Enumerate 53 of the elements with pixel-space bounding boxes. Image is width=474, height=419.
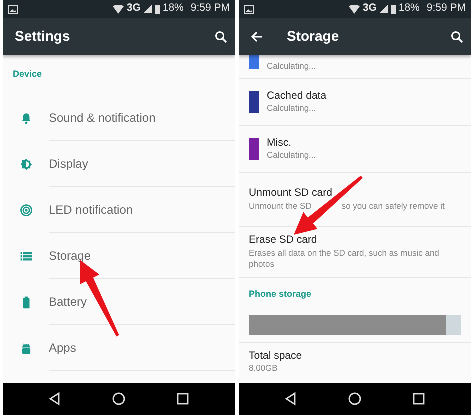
settings-item[interactable]: Sound & notification xyxy=(49,108,156,126)
wifi-icon xyxy=(112,4,124,14)
screen-title: Settings xyxy=(15,27,72,46)
led-icon xyxy=(20,204,32,216)
search-button[interactable] xyxy=(215,30,227,42)
back-button[interactable] xyxy=(48,392,62,406)
bell-icon xyxy=(20,112,32,124)
network-type: 3G xyxy=(362,1,377,16)
settings-item[interactable]: Display xyxy=(49,154,88,172)
clock: 9:59 PM xyxy=(190,1,230,16)
screen-title: Storage xyxy=(287,27,340,46)
storage-category[interactable]: Misc. xyxy=(267,136,316,150)
clock: 9:59 PM xyxy=(426,1,466,16)
storage-size: Calculating... xyxy=(267,60,316,72)
network-type: 3G xyxy=(126,1,141,16)
battery-level: 18% xyxy=(162,1,184,16)
settings-item[interactable]: LED notification xyxy=(49,200,134,218)
android-icon xyxy=(20,342,32,354)
settings-item[interactable]: Unmount SD card xyxy=(249,187,445,201)
info-label: Total space xyxy=(249,350,302,364)
settings-item[interactable]: Erase SD card xyxy=(249,234,461,248)
recents-button[interactable] xyxy=(412,392,426,406)
image-icon xyxy=(244,4,254,14)
search-icon xyxy=(215,30,227,42)
section-header: Phone storage xyxy=(249,288,312,302)
item-description: 8.00GB xyxy=(249,363,278,374)
home-button[interactable] xyxy=(348,392,362,406)
storage-size: Calculating... xyxy=(267,103,318,114)
settings-item[interactable]: Battery xyxy=(49,292,88,310)
search-button[interactable] xyxy=(451,30,463,42)
battery-level: 18% xyxy=(398,1,420,16)
recents-button[interactable] xyxy=(176,392,190,406)
settings-item[interactable]: Storage xyxy=(49,246,92,264)
settings-item[interactable]: Apps xyxy=(49,338,76,356)
brightness-icon xyxy=(20,158,32,170)
wifi-icon xyxy=(348,4,360,14)
battery-icon xyxy=(154,4,160,14)
item-description: Unmount the SD xyxy=(249,200,312,212)
image-icon xyxy=(8,4,18,14)
back-button[interactable] xyxy=(251,30,263,42)
battery-icon xyxy=(390,4,396,14)
back-icon xyxy=(251,30,263,42)
section-header: Device xyxy=(13,68,42,82)
item-description: Erases all data on the SD card, such as music and photos xyxy=(249,248,440,270)
search-icon xyxy=(451,30,463,42)
back-button[interactable] xyxy=(284,392,298,406)
item-description: so you can safely remove it xyxy=(342,200,445,212)
home-button[interactable] xyxy=(112,392,126,406)
signal-icon xyxy=(380,5,388,13)
storage-category[interactable]: Cached data xyxy=(267,90,327,104)
storage-size: Calculating... xyxy=(267,150,316,162)
signal-icon xyxy=(144,5,152,13)
storage-icon xyxy=(20,250,32,262)
